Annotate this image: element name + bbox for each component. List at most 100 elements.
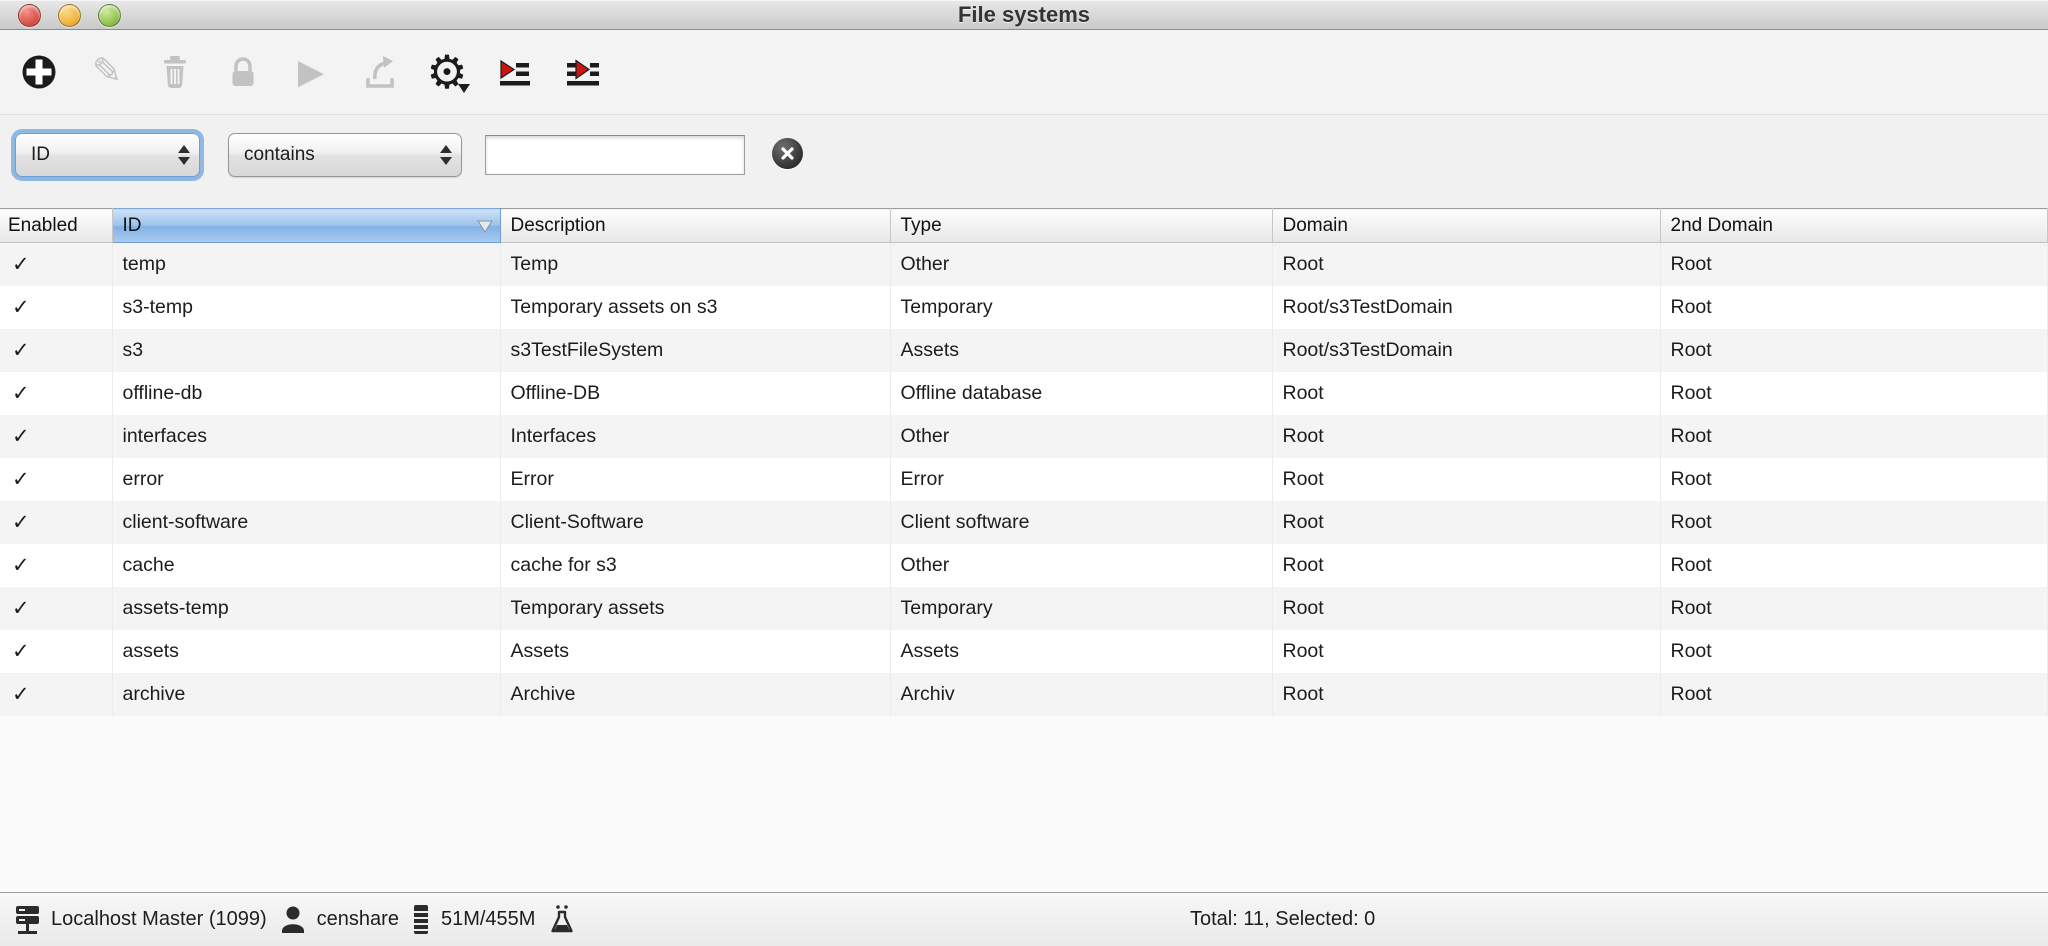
table-row[interactable]: ✓ error Error Error Root Root — [0, 458, 2048, 501]
cell-type: Error — [890, 458, 1272, 501]
lock-button — [222, 49, 264, 95]
cell-domain: Root — [1272, 372, 1660, 415]
cell-id: error — [112, 458, 500, 501]
cell-id: temp — [112, 243, 500, 286]
memory-status: 51M/455M — [411, 904, 536, 935]
cell-domain: Root/s3TestDomain — [1272, 329, 1660, 372]
cell-type: Other — [890, 243, 1272, 286]
table-row[interactable]: ✓ cache cache for s3 Other Root Root — [0, 544, 2048, 587]
cell-2nd-domain: Root — [1660, 630, 2048, 673]
cell-2nd-domain: Root — [1660, 329, 2048, 372]
cell-type: Client software — [890, 501, 1272, 544]
cell-type: Other — [890, 544, 1272, 587]
toolbar: ✎ ▶ — [0, 30, 2048, 115]
cell-description: Error — [500, 458, 890, 501]
cell-2nd-domain: Root — [1660, 372, 2048, 415]
table-row[interactable]: ✓ archive Archive Archiv Root Root — [0, 673, 2048, 716]
cell-type: Temporary — [890, 587, 1272, 630]
cell-domain: Root — [1272, 243, 1660, 286]
user-status: censhare — [279, 905, 399, 934]
trash-icon — [157, 53, 193, 91]
cell-description: Temporary assets on s3 — [500, 286, 890, 329]
cell-id: interfaces — [112, 415, 500, 458]
status-bar: Localhost Master (1099) censhare — [0, 892, 2048, 946]
export-button — [358, 49, 400, 95]
table-body: ✓ temp Temp Other Root Root ✓ s3-temp Te… — [0, 243, 2048, 716]
cell-2nd-domain: Root — [1660, 243, 2048, 286]
table-row[interactable]: ✓ client-software Client-Software Client… — [0, 501, 2048, 544]
cell-2nd-domain: Root — [1660, 544, 2048, 587]
user-icon — [279, 905, 307, 934]
cell-description: Offline-DB — [500, 372, 890, 415]
cell-id: s3 — [112, 329, 500, 372]
column-header-enabled[interactable]: Enabled — [0, 209, 112, 243]
selection-summary: Total: 11, Selected: 0 — [1190, 893, 1375, 946]
cell-description: Temp — [500, 243, 890, 286]
cell-domain: Root — [1272, 630, 1660, 673]
cell-id: assets-temp — [112, 587, 500, 630]
clear-filter-button[interactable] — [772, 138, 803, 169]
cell-enabled: ✓ — [0, 415, 112, 458]
table-row[interactable]: ✓ interfaces Interfaces Other Root Root — [0, 415, 2048, 458]
cell-domain: Root/s3TestDomain — [1272, 286, 1660, 329]
column-header-description[interactable]: Description — [500, 209, 890, 243]
run-server-action-icon — [497, 54, 533, 90]
run-server-action-selected-icon — [565, 54, 601, 90]
table-row[interactable]: ✓ assets Assets Assets Root Root — [0, 630, 2048, 673]
table-row[interactable]: ✓ s3-temp Temporary assets on s3 Tempora… — [0, 286, 2048, 329]
cell-2nd-domain: Root — [1660, 286, 2048, 329]
server-label: Localhost Master (1099) — [51, 908, 267, 931]
cell-2nd-domain: Root — [1660, 458, 2048, 501]
cell-domain: Root — [1272, 587, 1660, 630]
column-header-2nd-domain[interactable]: 2nd Domain — [1660, 209, 2048, 243]
cell-type: Archiv — [890, 673, 1272, 716]
cell-description: Temporary assets — [500, 587, 890, 630]
cell-2nd-domain: Root — [1660, 501, 2048, 544]
pencil-icon: ✎ — [92, 54, 122, 90]
cell-enabled: ✓ — [0, 243, 112, 286]
server-icon — [14, 904, 41, 935]
filter-operator-value: contains — [229, 144, 431, 166]
run-server-action-selected-button[interactable] — [562, 49, 604, 95]
cell-enabled: ✓ — [0, 587, 112, 630]
run-server-action-button[interactable] — [494, 49, 536, 95]
filter-query-input[interactable] — [485, 135, 745, 175]
flask-icon — [547, 904, 577, 936]
cell-id: offline-db — [112, 372, 500, 415]
gc-status[interactable] — [547, 904, 577, 936]
cell-id: assets — [112, 630, 500, 673]
cell-description: Client-Software — [500, 501, 890, 544]
cell-id: s3-temp — [112, 286, 500, 329]
file-systems-table: Enabled ID Description Type Domain 2nd D… — [0, 208, 2048, 892]
cell-type: Temporary — [890, 286, 1272, 329]
cell-description: Interfaces — [500, 415, 890, 458]
user-label: censhare — [317, 908, 399, 931]
add-button[interactable] — [18, 49, 60, 95]
cell-description: s3TestFileSystem — [500, 329, 890, 372]
cell-enabled: ✓ — [0, 501, 112, 544]
cell-enabled: ✓ — [0, 673, 112, 716]
stepper-arrows-icon — [431, 145, 461, 165]
filter-bar: ID contains — [0, 115, 2048, 208]
filter-field-select[interactable]: ID — [15, 133, 200, 177]
filter-field-value: ID — [16, 144, 169, 166]
cell-description: cache for s3 — [500, 544, 890, 587]
cell-id: archive — [112, 673, 500, 716]
close-x-icon — [780, 146, 795, 161]
cell-description: Assets — [500, 630, 890, 673]
column-header-type[interactable]: Type — [890, 209, 1272, 243]
table-row[interactable]: ✓ assets-temp Temporary assets Temporary… — [0, 587, 2048, 630]
table-row[interactable]: ✓ temp Temp Other Root Root — [0, 243, 2048, 286]
play-icon: ▶ — [298, 55, 324, 89]
title-bar[interactable]: File systems — [0, 0, 2048, 30]
filter-operator-select[interactable]: contains — [228, 133, 462, 177]
column-header-id[interactable]: ID — [112, 209, 500, 243]
table-row[interactable]: ✓ s3 s3TestFileSystem Assets Root/s3Test… — [0, 329, 2048, 372]
actions-button[interactable]: ⚙ — [426, 49, 468, 95]
cell-type: Other — [890, 415, 1272, 458]
column-header-domain[interactable]: Domain — [1272, 209, 1660, 243]
cell-domain: Root — [1272, 544, 1660, 587]
table-row[interactable]: ✓ offline-db Offline-DB Offline database… — [0, 372, 2048, 415]
cell-domain: Root — [1272, 458, 1660, 501]
lock-icon — [224, 53, 262, 91]
